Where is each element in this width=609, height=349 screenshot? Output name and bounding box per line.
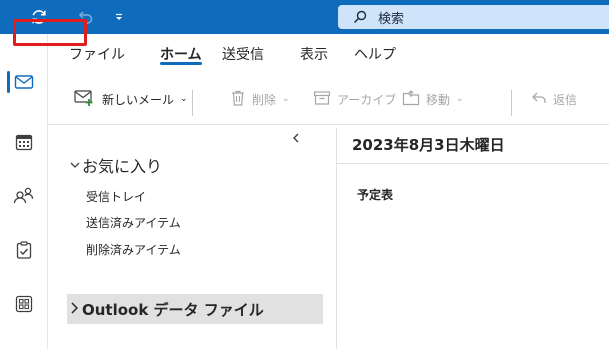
archive-label: アーカイブ [337, 92, 397, 107]
outlook-data-file-item[interactable]: Outlook データ ファイル [67, 294, 323, 324]
tab-file[interactable]: ファイル [60, 34, 134, 74]
folder-sent-items[interactable]: 送信済みアイテム [86, 214, 181, 231]
search-icon [353, 10, 367, 24]
pane-divider [336, 128, 337, 349]
title-bar: 検索 [0, 0, 609, 34]
archive-button[interactable]: アーカイブ [313, 86, 396, 112]
chevron-down-icon[interactable]: ⌄ [282, 94, 290, 104]
mail-icon[interactable] [0, 62, 48, 102]
data-file-label: Outlook データ ファイル [82, 300, 264, 319]
schedule-label: 予定表 [357, 188, 394, 202]
chevron-down-icon [70, 158, 80, 172]
trash-icon [230, 89, 246, 110]
folder-inbox[interactable]: 受信トレイ [86, 188, 146, 205]
search-box[interactable]: 検索 [338, 5, 609, 29]
favorites-label: お気に入り [82, 157, 163, 176]
favorites-header[interactable]: お気に入り [70, 153, 162, 177]
todo-icon[interactable] [0, 230, 48, 270]
date-header: 2023年8月3日木曜日 [352, 136, 505, 154]
undo-icon[interactable] [76, 0, 96, 34]
folder-pane: お気に入り 受信トレイ 送信済みアイテム 削除済みアイテム Outlook デー… [48, 128, 336, 349]
reply-label: 返信 [553, 92, 578, 107]
reply-icon [531, 90, 547, 109]
move-button[interactable]: 移動 ⌄ [402, 86, 464, 112]
chevron-right-icon [70, 300, 79, 318]
ribbon-toolbar: 新しいメール ⌄ 削除 ⌄ アーカイブ 移動 ⌄ 返信 [48, 74, 609, 124]
move-folder-icon [402, 89, 420, 109]
navigation-rail [0, 34, 48, 349]
apps-icon[interactable] [0, 284, 48, 324]
collapse-pane-icon[interactable] [288, 130, 304, 146]
ribbon-divider [48, 124, 609, 125]
new-mail-icon [74, 89, 96, 110]
toolbar-divider [192, 90, 193, 116]
toolbar-divider [511, 90, 512, 116]
move-label: 移動 [426, 92, 451, 107]
new-mail-label: 新しいメール [102, 92, 175, 107]
chevron-down-icon[interactable]: ⌄ [180, 94, 188, 104]
date-divider [337, 163, 609, 164]
tab-home[interactable]: ホーム [160, 34, 202, 74]
people-icon[interactable] [0, 175, 48, 215]
archive-icon [313, 90, 331, 109]
new-mail-button[interactable]: 新しいメール ⌄ [74, 86, 188, 112]
delete-label: 削除 [252, 92, 277, 107]
chevron-down-icon[interactable]: ⌄ [456, 94, 464, 104]
tab-help[interactable]: ヘルプ [354, 34, 396, 74]
quick-access-dropdown-icon[interactable] [112, 0, 126, 34]
reply-button[interactable]: 返信 [531, 86, 577, 112]
sync-icon[interactable] [26, 0, 52, 34]
tab-view[interactable]: 表示 [300, 34, 328, 74]
delete-button[interactable]: 削除 ⌄ [230, 86, 290, 112]
folder-deleted-items[interactable]: 削除済みアイテム [86, 241, 181, 258]
tab-send-receive[interactable]: 送受信 [222, 34, 264, 74]
calendar-icon[interactable] [0, 122, 48, 162]
ribbon-tabs: ファイル ホーム 送受信 表示 ヘルプ [48, 34, 609, 74]
search-placeholder: 検索 [378, 11, 405, 27]
